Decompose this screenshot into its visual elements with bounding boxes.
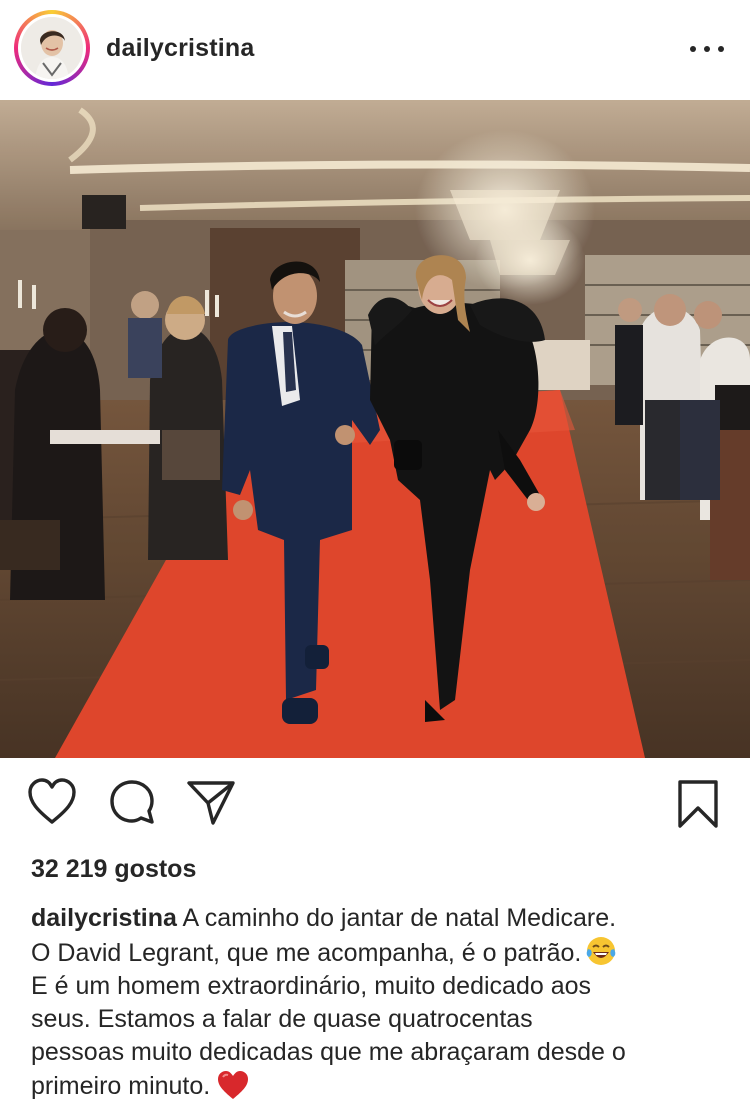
face-with-tears-of-joy-icon [587, 937, 616, 965]
caption-text-2: O David Legrant, que me acompanha, é o p… [31, 939, 582, 967]
post-caption: dailycristina A caminho do jantar de nat… [31, 902, 731, 1103]
caption-line-1: dailycristina A caminho do jantar de nat… [31, 902, 731, 935]
caption-text-6: primeiro minuto. [31, 1072, 211, 1100]
comment-icon[interactable] [108, 778, 156, 826]
likes-count[interactable]: 32 219 gostos [31, 855, 196, 884]
post-header: dailycristina [0, 0, 750, 98]
caption-username[interactable]: dailycristina [31, 904, 177, 932]
photo-illustration [0, 100, 750, 758]
more-dot [718, 46, 724, 52]
heart-icon[interactable] [27, 778, 77, 826]
avatar-portrait [21, 17, 83, 79]
caption-line-3: E é um homem extraordinário, muito dedic… [31, 972, 592, 1000]
avatar[interactable] [21, 17, 83, 79]
red-heart-icon [218, 1071, 249, 1099]
paper-plane-icon[interactable] [186, 778, 236, 826]
more-dot [690, 46, 696, 52]
avatar-border [18, 14, 86, 82]
post-username[interactable]: dailycristina [106, 34, 255, 63]
caption-line-5: pessoas muito dedicadas que me abraçaram… [31, 1038, 626, 1066]
bookmark-icon[interactable] [676, 778, 720, 830]
more-horizontal-icon[interactable] [690, 44, 724, 54]
caption-line-6: primeiro minuto. [31, 1069, 731, 1103]
action-bar [0, 778, 750, 834]
caption-line-4: seus. Estamos a falar de quase quatrocen… [31, 1005, 533, 1033]
story-ring[interactable] [14, 10, 90, 86]
caption-line-2: O David Legrant, que me acompanha, é o p… [31, 935, 731, 970]
post-photo[interactable] [0, 100, 750, 758]
more-dot [704, 46, 710, 52]
caption-text-1: A caminho do jantar de natal Medicare. [182, 904, 617, 932]
